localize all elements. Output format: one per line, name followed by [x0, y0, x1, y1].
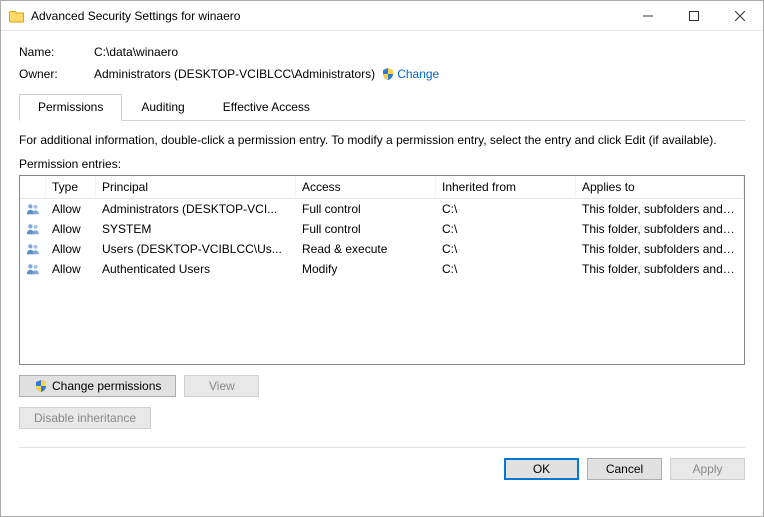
ok-button[interactable]: OK	[504, 458, 579, 480]
users-icon	[20, 202, 46, 216]
table-body: AllowAdministrators (DESKTOP-VCI...Full …	[20, 199, 744, 279]
owner-label: Owner:	[19, 67, 94, 81]
owner-value: Administrators (DESKTOP-VCIBLCC\Administ…	[94, 67, 375, 81]
change-permissions-button[interactable]: Change permissions	[19, 375, 176, 397]
cell-inherited: C:\	[436, 262, 576, 276]
cell-applies: This folder, subfolders and files	[576, 202, 744, 216]
col-inherited[interactable]: Inherited from	[436, 176, 576, 198]
cell-type: Allow	[46, 222, 96, 236]
table-header: Type Principal Access Inherited from App…	[20, 176, 744, 199]
cell-principal: Users (DESKTOP-VCIBLCC\Us...	[96, 242, 296, 256]
name-label: Name:	[19, 45, 94, 59]
col-type[interactable]: Type	[46, 176, 96, 198]
cell-access: Full control	[296, 202, 436, 216]
name-row: Name: C:\data\winaero	[19, 45, 745, 59]
users-icon	[20, 222, 46, 236]
cell-principal: Administrators (DESKTOP-VCI...	[96, 202, 296, 216]
cell-type: Allow	[46, 202, 96, 216]
close-button[interactable]	[717, 1, 763, 30]
change-permissions-label: Change permissions	[52, 379, 161, 393]
cell-principal: Authenticated Users	[96, 262, 296, 276]
tab-effective-access[interactable]: Effective Access	[204, 94, 329, 121]
cell-applies: This folder, subfolders and files	[576, 222, 744, 236]
info-text: For additional information, double-click…	[19, 133, 745, 147]
minimize-button[interactable]	[625, 1, 671, 30]
cell-type: Allow	[46, 262, 96, 276]
col-icon[interactable]	[20, 176, 46, 198]
cancel-button[interactable]: Cancel	[587, 458, 662, 480]
table-row[interactable]: AllowUsers (DESKTOP-VCIBLCC\Us...Read & …	[20, 239, 744, 259]
cell-principal: SYSTEM	[96, 222, 296, 236]
cell-applies: This folder, subfolders and files	[576, 242, 744, 256]
table-row[interactable]: AllowSYSTEMFull controlC:\This folder, s…	[20, 219, 744, 239]
shield-icon	[381, 67, 395, 81]
apply-button[interactable]: Apply	[670, 458, 745, 480]
tab-strip: Permissions Auditing Effective Access	[19, 93, 745, 121]
folder-icon	[9, 8, 25, 24]
window-controls	[625, 1, 763, 30]
tab-permissions[interactable]: Permissions	[19, 94, 122, 121]
col-access[interactable]: Access	[296, 176, 436, 198]
table-row[interactable]: AllowAuthenticated UsersModifyC:\This fo…	[20, 259, 744, 279]
cell-access: Read & execute	[296, 242, 436, 256]
col-principal[interactable]: Principal	[96, 176, 296, 198]
users-icon	[20, 242, 46, 256]
cell-type: Allow	[46, 242, 96, 256]
disable-inheritance-button[interactable]: Disable inheritance	[19, 407, 151, 429]
col-applies[interactable]: Applies to	[576, 176, 744, 198]
titlebar: Advanced Security Settings for winaero	[1, 1, 763, 31]
window-title: Advanced Security Settings for winaero	[31, 9, 625, 23]
owner-row: Owner: Administrators (DESKTOP-VCIBLCC\A…	[19, 67, 745, 81]
view-button[interactable]: View	[184, 375, 259, 397]
users-icon	[20, 262, 46, 276]
permission-table: Type Principal Access Inherited from App…	[19, 175, 745, 365]
cell-applies: This folder, subfolders and files	[576, 262, 744, 276]
tab-auditing[interactable]: Auditing	[122, 94, 203, 121]
cell-inherited: C:\	[436, 242, 576, 256]
cell-inherited: C:\	[436, 222, 576, 236]
name-value: C:\data\winaero	[94, 45, 178, 59]
cell-access: Full control	[296, 222, 436, 236]
maximize-button[interactable]	[671, 1, 717, 30]
table-row[interactable]: AllowAdministrators (DESKTOP-VCI...Full …	[20, 199, 744, 219]
shield-icon	[34, 379, 48, 393]
cell-access: Modify	[296, 262, 436, 276]
cell-inherited: C:\	[436, 202, 576, 216]
change-owner-link[interactable]: Change	[397, 67, 439, 81]
section-label: Permission entries:	[19, 157, 745, 171]
